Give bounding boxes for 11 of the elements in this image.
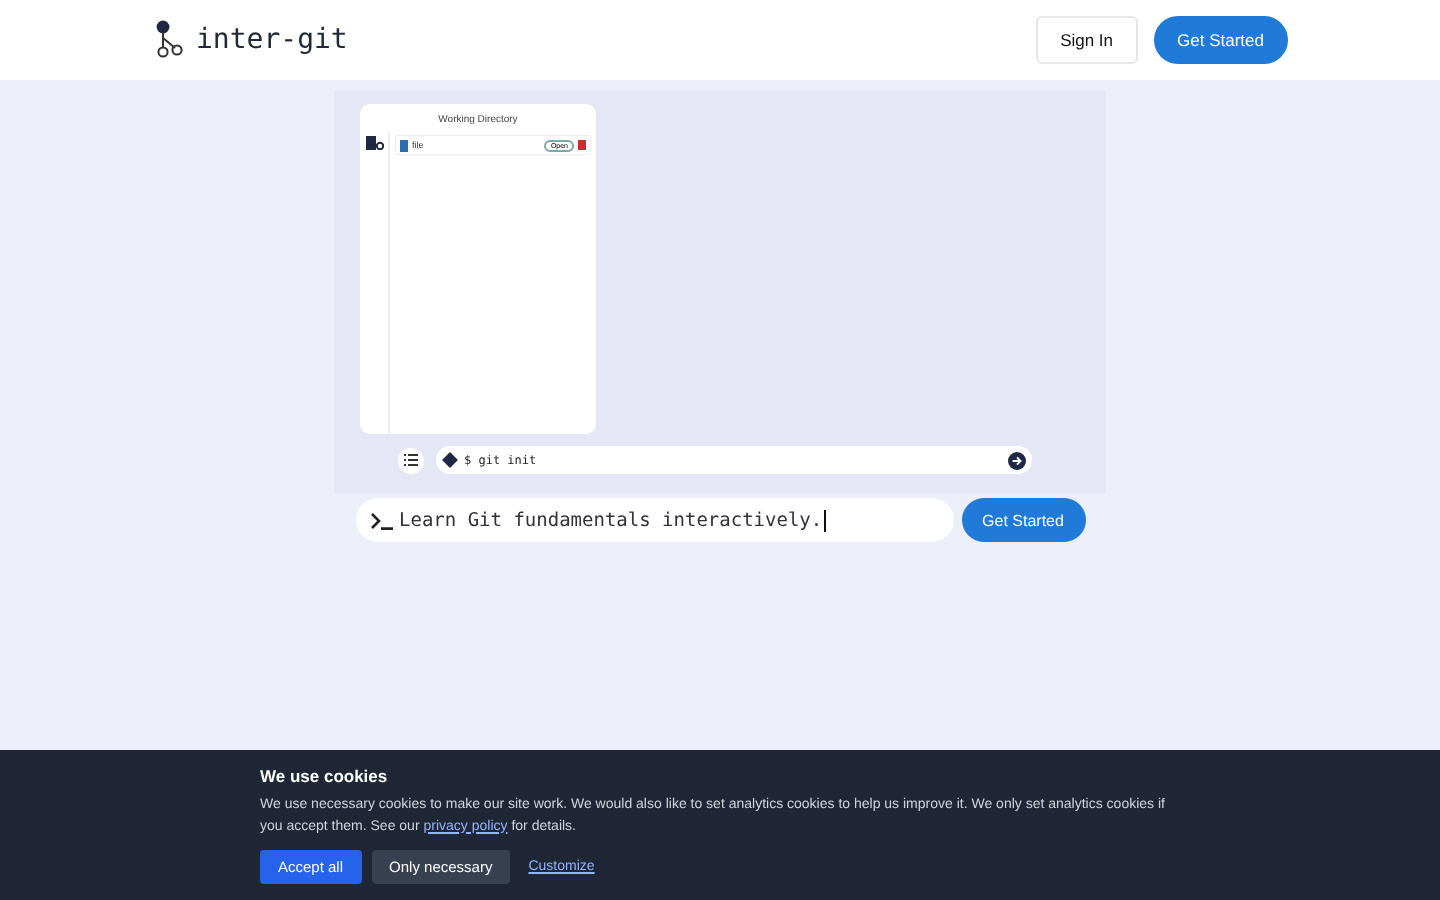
arrow-right-icon[interactable] bbox=[1008, 451, 1026, 469]
terminal-icon bbox=[369, 511, 393, 529]
get-started-button[interactable]: Get Started bbox=[961, 498, 1085, 542]
tagline-text: Learn Git fundamentals interactively. bbox=[399, 509, 827, 531]
logo-icon bbox=[156, 20, 184, 60]
logo-text: inter-git bbox=[196, 24, 348, 56]
cookie-title: We use cookies bbox=[260, 766, 390, 786]
list-button[interactable] bbox=[398, 447, 424, 473]
sign-in-button[interactable]: Sign In bbox=[1036, 16, 1138, 64]
list-icon bbox=[404, 454, 418, 466]
get-started-button[interactable]: Get Started bbox=[1153, 16, 1288, 64]
